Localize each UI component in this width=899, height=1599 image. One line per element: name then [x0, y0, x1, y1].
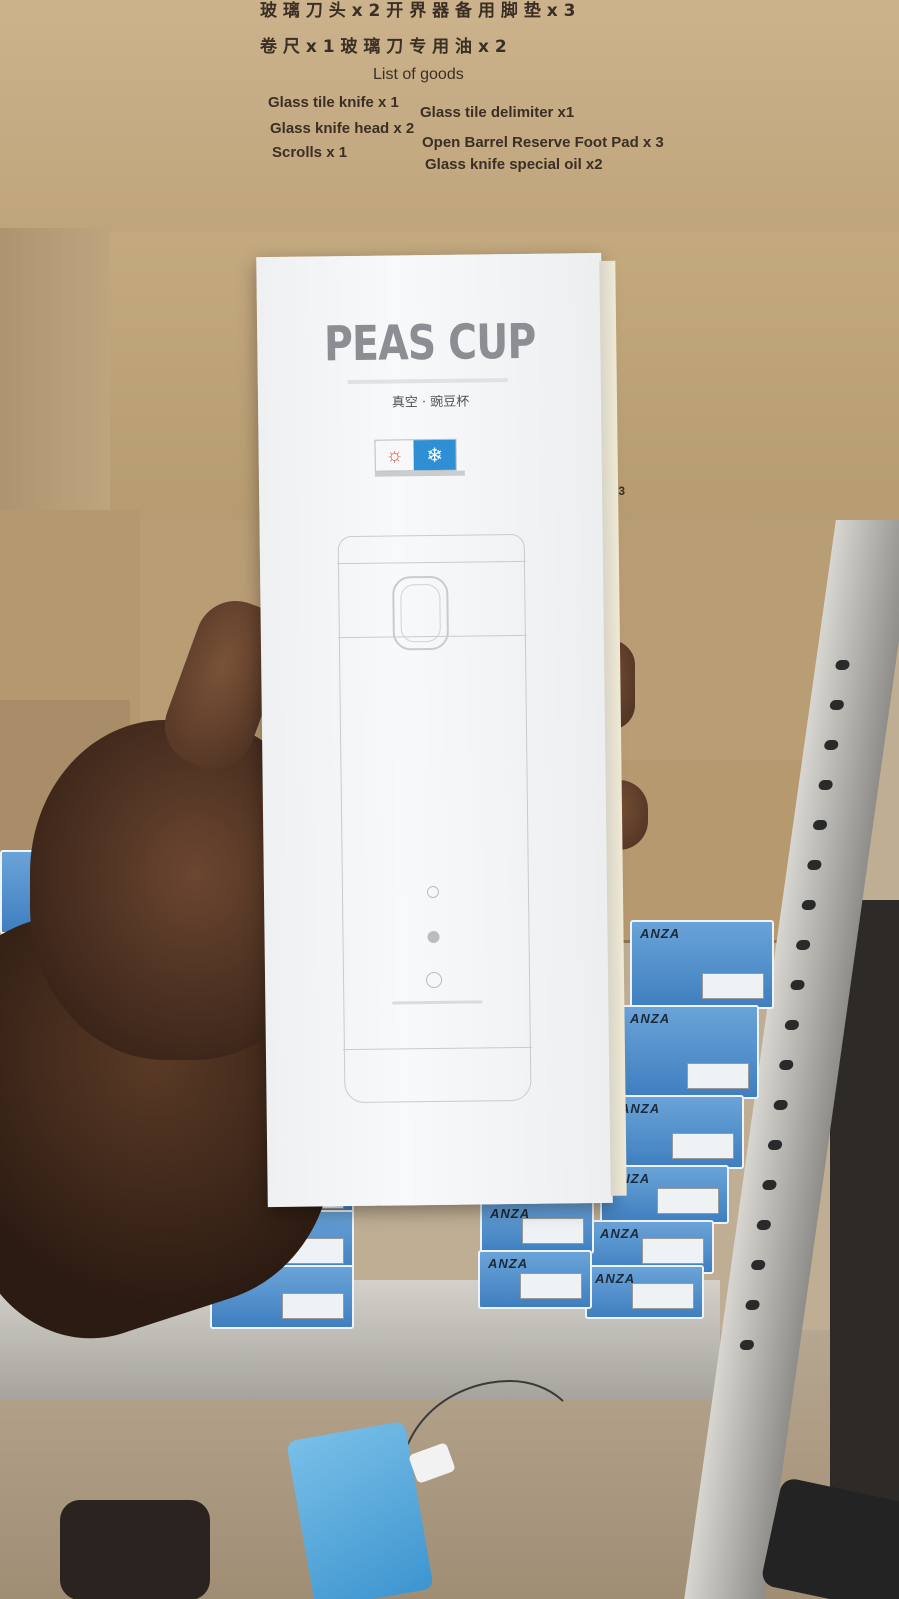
- blue-box: ANZA: [630, 920, 774, 1009]
- faint-tagline: [347, 378, 508, 385]
- blue-box: ANZA: [610, 1095, 744, 1169]
- blue-box: ANZA: [478, 1250, 592, 1309]
- bottle-lid-line: [336, 560, 526, 565]
- product-title: PEAS CUP: [323, 313, 536, 373]
- carton-left: [0, 228, 110, 521]
- bottle-dot: [425, 971, 443, 989]
- dark-object: [60, 1500, 210, 1599]
- carton-cn-line-2: 卷 尺 x 1 玻 璃 刀 专 用 油 x 2: [260, 37, 507, 57]
- bottle-illustration: [336, 533, 532, 1104]
- carton-item: Glass tile delimiter x1: [420, 104, 575, 121]
- photo-scene: 玻 璃 刀 头 x 2 开 界 器 备 用 脚 垫 x 3 卷 尺 x 1 玻 …: [0, 0, 899, 1599]
- bottle-dot: [426, 885, 440, 899]
- carton-heading: List of goods: [373, 66, 464, 83]
- bottle-base-line: [342, 1046, 532, 1051]
- carton-item: Glass knife special oil x2: [425, 156, 603, 173]
- bottle-dot: [427, 930, 440, 944]
- carton-item: Glass tile knife x 1: [268, 94, 399, 111]
- carton-item: Glass knife head x 2: [270, 120, 415, 137]
- product-box: PEAS CUP 真空 · 豌豆杯 ☼ ❄: [256, 252, 627, 1208]
- bottle-engraving: [392, 1000, 483, 1005]
- blue-box: ANZA: [480, 1200, 594, 1254]
- bottle-button: [392, 575, 450, 651]
- carton-cn-line-1: 玻 璃 刀 头 x 2 开 界 器 备 用 脚 垫 x 3: [260, 1, 576, 21]
- carton-item: Open Barrel Reserve Foot Pad x 3: [422, 134, 664, 151]
- snowflake-icon: ❄: [413, 439, 456, 471]
- blue-box: ANZA: [620, 1005, 759, 1099]
- temperature-caption: [374, 470, 465, 477]
- temperature-badge: ☼ ❄: [374, 438, 457, 472]
- sun-icon: ☼: [385, 443, 404, 467]
- blue-box: ANZA: [585, 1265, 704, 1319]
- product-subtitle: 真空 · 豌豆杯: [391, 394, 470, 411]
- carton-item: Scrolls x 1: [272, 144, 348, 161]
